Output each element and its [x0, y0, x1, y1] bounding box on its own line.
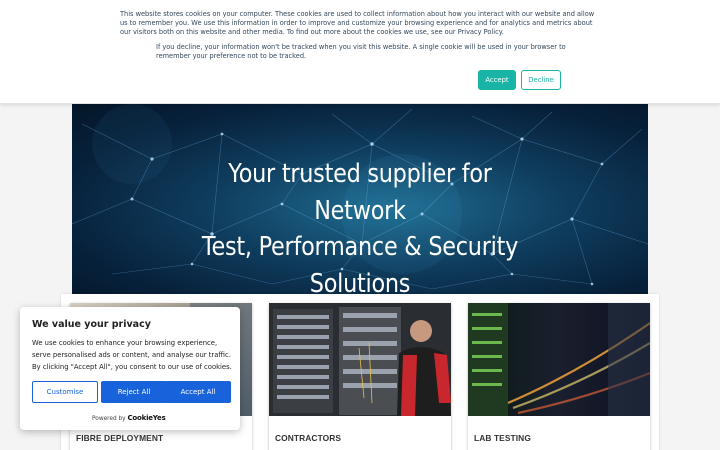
- accept-all-button[interactable]: Accept All: [165, 381, 231, 403]
- powered-by[interactable]: Powered by CookieYes: [92, 414, 166, 422]
- powered-by-text: Powered by: [92, 416, 126, 422]
- cookie-banner: This website stores cookies on your comp…: [0, 0, 720, 104]
- consent-body: We use cookies to enhance your browsing …: [32, 339, 232, 371]
- cookie-consent-dialog: We value your privacy We use cookies to …: [20, 307, 240, 430]
- reject-all-button[interactable]: Reject All: [101, 381, 167, 403]
- card-title: FIBRE DEPLOYMENT: [76, 433, 164, 443]
- hero-banner: Your trusted supplier for Network Test, …: [72, 104, 648, 294]
- hero-heading-line: Test, Performance & Security: [201, 232, 519, 262]
- hero-heading-line: Solutions: [309, 268, 411, 295]
- hero-heading-line: Your trusted supplier for Network: [228, 159, 492, 226]
- hero-heading: Your trusted supplier for Network Test, …: [198, 156, 521, 294]
- contractors-image: [269, 303, 451, 416]
- cookie-banner-text: This website stores cookies on your comp…: [120, 10, 595, 36]
- accept-button[interactable]: Accept: [478, 70, 516, 90]
- card-title: CONTRACTORS: [275, 433, 342, 443]
- customise-button[interactable]: Customise: [32, 381, 98, 403]
- card-title: LAB TESTING: [474, 433, 531, 443]
- service-card-contractors[interactable]: CONTRACTORS: [269, 303, 451, 450]
- service-card-lab-testing[interactable]: LAB TESTING: [468, 303, 650, 450]
- lab-testing-image: [468, 303, 650, 416]
- consent-title: We value your privacy: [32, 319, 151, 330]
- cookieyes-logo: CookieYes: [127, 414, 166, 422]
- decline-button[interactable]: Decline: [521, 70, 561, 90]
- cookie-banner-decline-text: If you decline, your information won't b…: [156, 43, 566, 60]
